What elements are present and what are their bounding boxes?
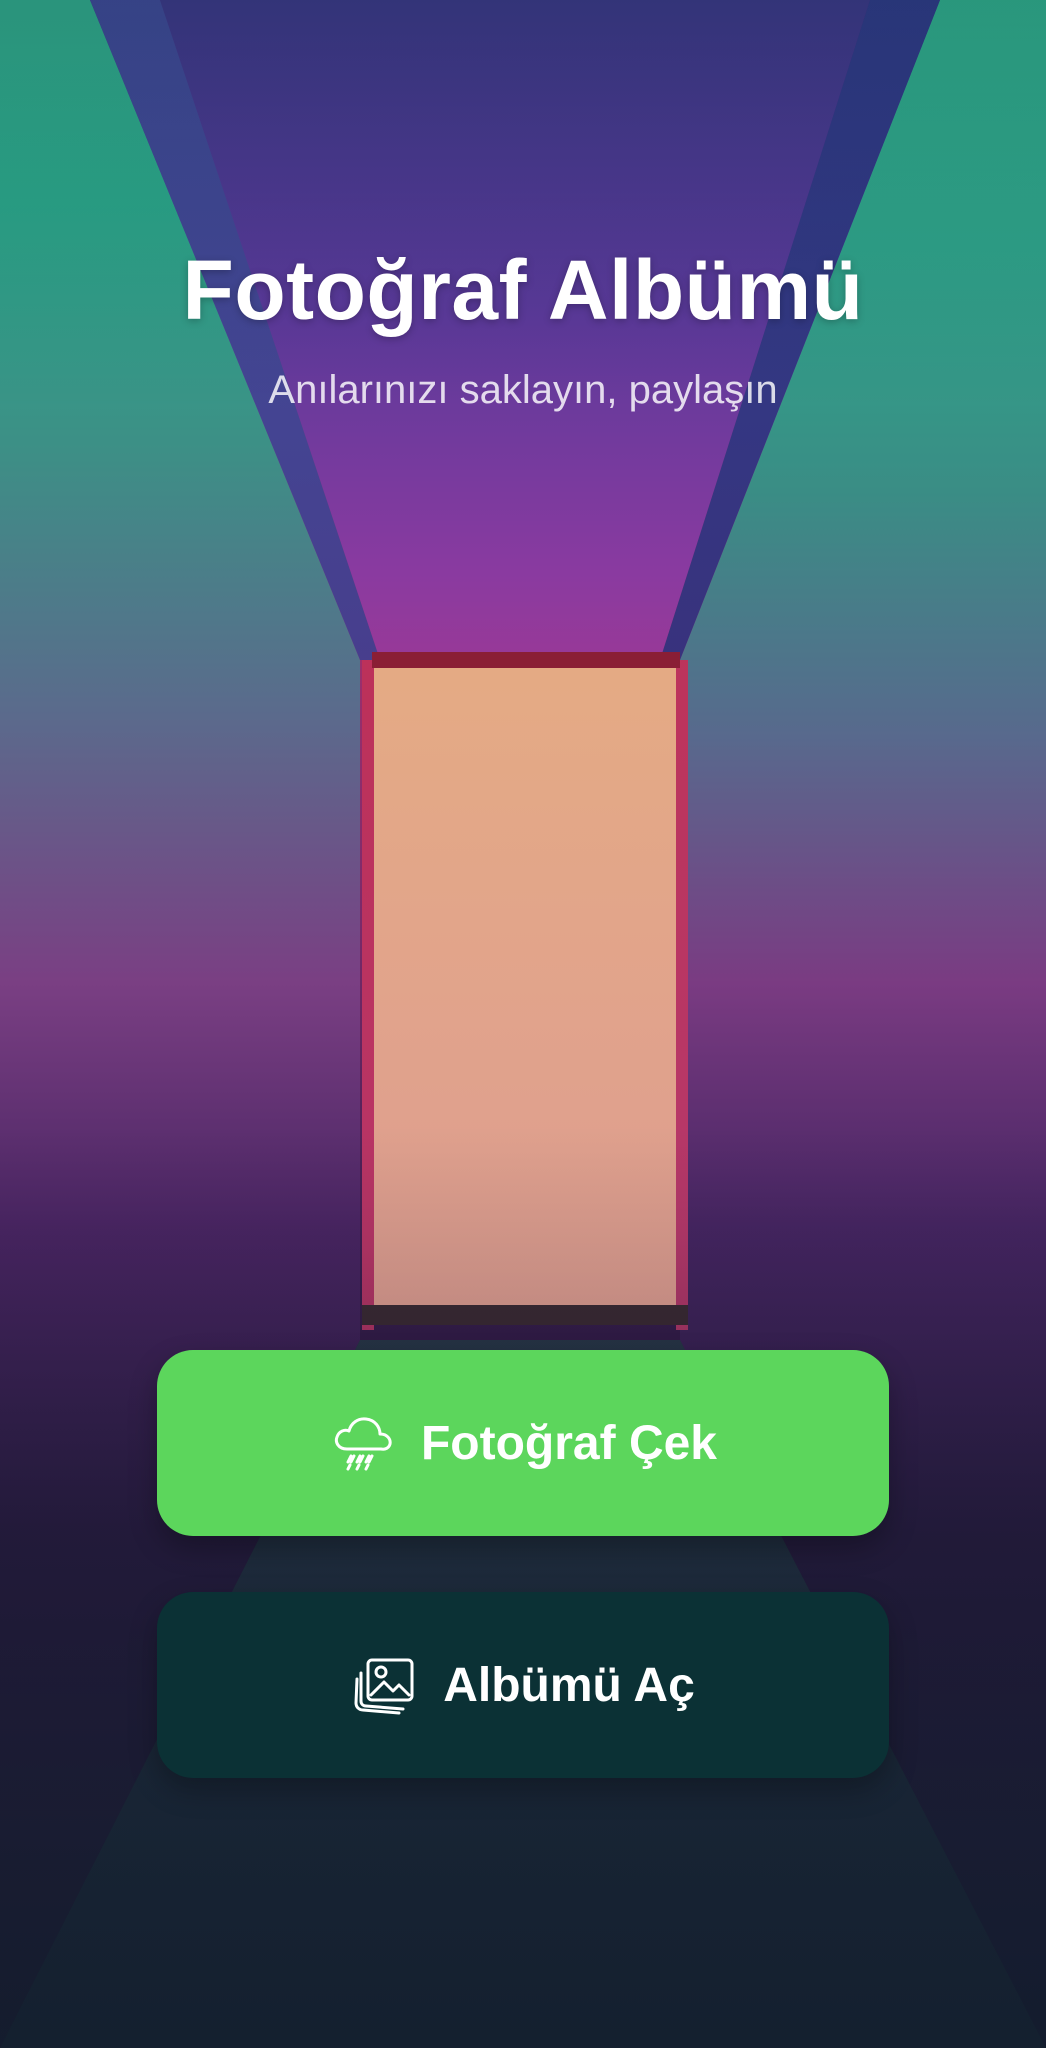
take-photo-button[interactable]: Fotoğraf Çek <box>157 1350 889 1536</box>
open-album-label: Albümü Aç <box>443 1658 695 1712</box>
app-subtitle: Anılarınızı saklayın, paylaşın <box>268 368 778 412</box>
photos-icon <box>351 1651 419 1719</box>
cloud-rain-icon <box>329 1409 397 1477</box>
app-title: Fotoğraf Albümü <box>182 243 864 337</box>
open-album-button[interactable]: Albümü Aç <box>157 1592 889 1778</box>
take-photo-label: Fotoğraf Çek <box>420 1416 717 1470</box>
home-screen: Fotoğraf Albümü Anılarınızı saklayın, pa… <box>0 0 1046 2048</box>
